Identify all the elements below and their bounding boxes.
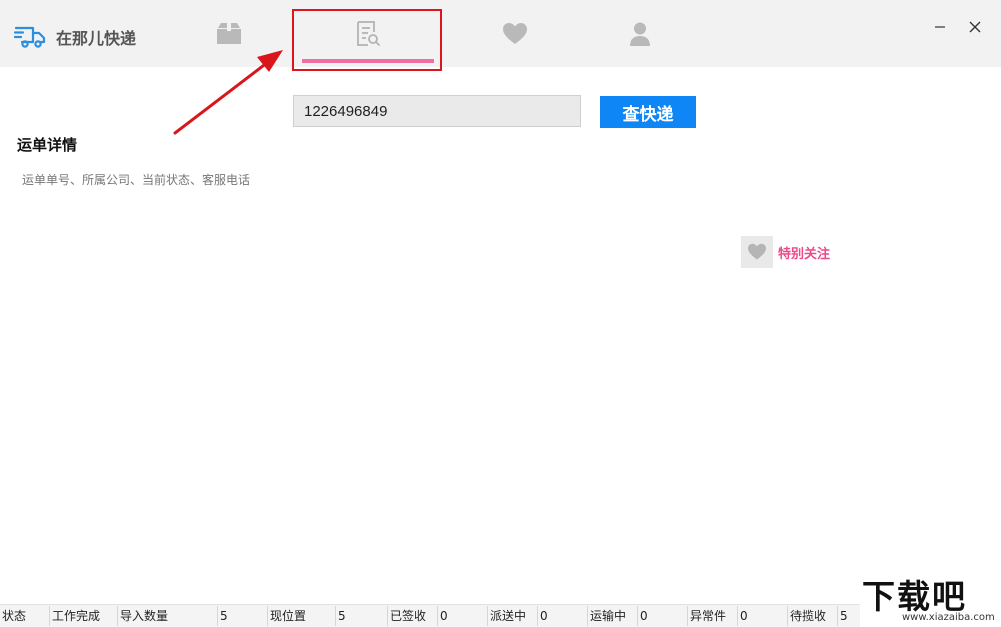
status-label-location: 现位置	[268, 606, 336, 626]
search-document-icon	[357, 20, 380, 46]
top-navigation-bar: 在那儿快递	[0, 0, 1001, 67]
status-value-in-transit: 0	[638, 606, 688, 626]
active-tab-indicator	[302, 59, 434, 63]
package-icon	[217, 22, 241, 44]
status-value-delivering: 0	[538, 606, 588, 626]
status-label-exception: 异常件	[688, 606, 738, 626]
tab-account[interactable]	[565, 0, 715, 67]
status-value-location: 5	[336, 606, 388, 626]
status-value-imported: 5	[218, 606, 268, 626]
status-bar: 状态 工作完成 导入数量 5 现位置 5 已签收 0 派送中 0 运输中 0 异…	[0, 604, 860, 627]
special-follow-button[interactable]: 特别关注	[741, 236, 830, 268]
status-label-imported: 导入数量	[118, 606, 218, 626]
minimize-icon	[935, 26, 945, 28]
close-icon	[969, 21, 981, 33]
status-value-pending-pickup: 5	[840, 609, 848, 623]
app-title: 在那儿快递	[56, 29, 137, 48]
minimize-button[interactable]	[929, 16, 951, 38]
status-value-signed: 0	[438, 606, 488, 626]
tab-packages[interactable]	[154, 0, 304, 67]
app-logo: 在那儿快递	[14, 24, 136, 50]
watermark-url: www.xiazaiba.com	[902, 612, 995, 623]
status-label-in-transit: 运输中	[588, 606, 638, 626]
status-value-exception: 0	[738, 606, 788, 626]
waybill-detail-title: 运单详情	[17, 136, 78, 154]
close-button[interactable]	[964, 16, 986, 38]
status-label-delivering: 派送中	[488, 606, 538, 626]
status-label-signed: 已签收	[388, 606, 438, 626]
waybill-detail-subtitle: 运单单号、所属公司、当前状态、客服电话	[22, 173, 251, 187]
follow-heart-icon	[741, 236, 773, 268]
user-icon	[630, 22, 650, 46]
annotation-arrow	[173, 50, 283, 135]
tracking-number-input[interactable]	[293, 95, 581, 127]
tab-query[interactable]	[293, 0, 443, 67]
site-watermark: 下载吧 www.xiazaiba.com	[862, 570, 1001, 626]
status-label-pending-pickup: 待揽收	[788, 606, 838, 626]
watermark-logo-text: 下载吧	[862, 577, 967, 616]
heart-icon	[503, 22, 527, 44]
truck-icon	[14, 26, 46, 48]
query-express-button[interactable]: 查快递	[600, 96, 696, 128]
status-value-state: 工作完成	[50, 606, 118, 626]
status-label-state: 状态	[0, 606, 50, 626]
follow-label: 特别关注	[778, 246, 831, 262]
